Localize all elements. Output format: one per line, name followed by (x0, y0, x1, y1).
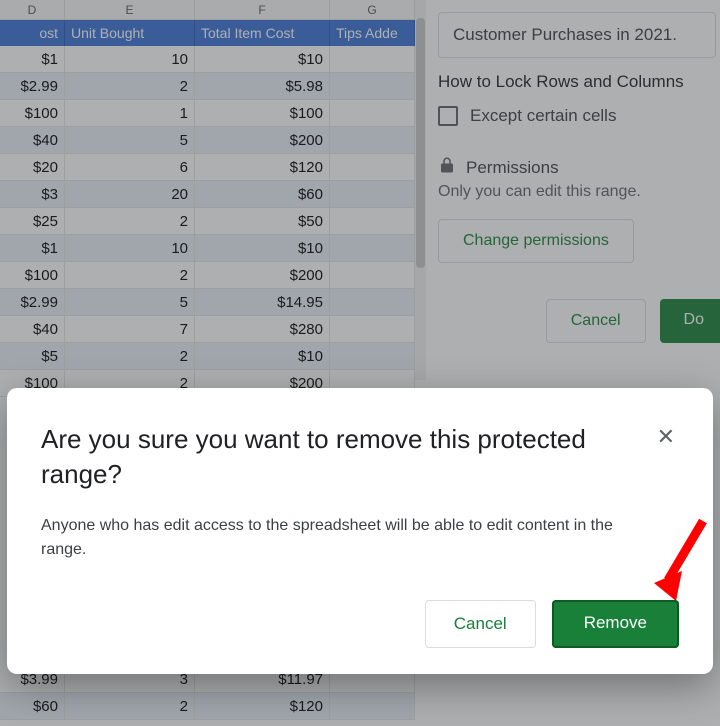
cancel-button[interactable]: Cancel (425, 600, 536, 648)
close-icon[interactable]: ✕ (653, 422, 679, 452)
dialog-title: Are you sure you want to remove this pro… (41, 422, 653, 492)
remove-button[interactable]: Remove (552, 600, 679, 648)
dialog-body: Anyone who has edit access to the spread… (41, 514, 679, 562)
confirm-remove-dialog: Are you sure you want to remove this pro… (7, 388, 713, 674)
